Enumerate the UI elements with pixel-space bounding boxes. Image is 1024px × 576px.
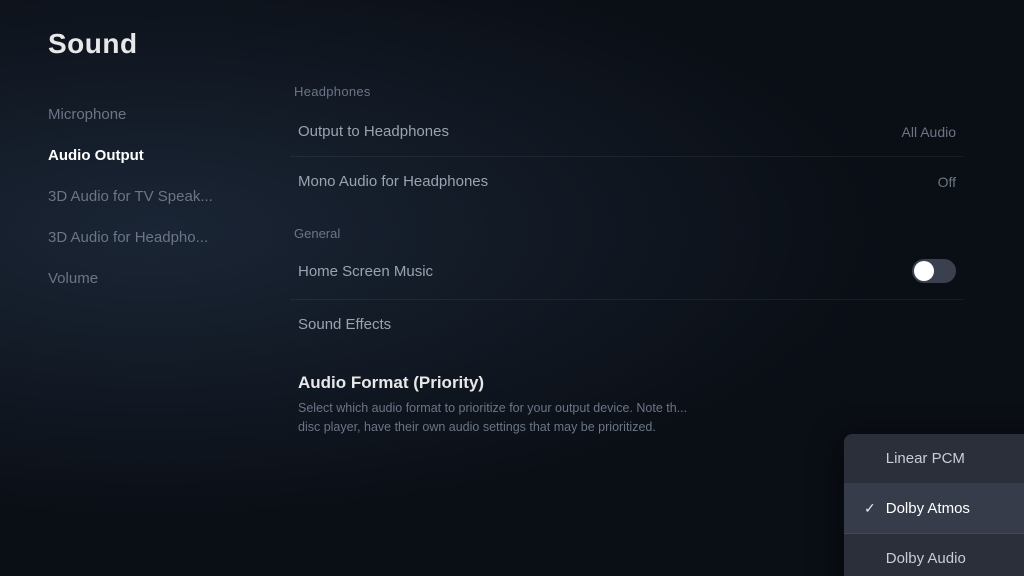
home-screen-music-toggle[interactable] <box>912 259 956 283</box>
dropdown-item-dolby-atmos[interactable]: ✓ Dolby Atmos <box>844 484 1024 534</box>
page-container: Sound Microphone Audio Output 3D Audio f… <box>0 0 1024 576</box>
audio-format-description: Select which audio format to prioritize … <box>298 399 698 437</box>
audio-format-dropdown: ✓ Linear PCM ✓ Dolby Atmos ✓ Dolby Audio… <box>844 434 1024 576</box>
mono-audio-value: Off <box>938 174 956 190</box>
general-section-label: General <box>290 226 964 241</box>
main-content: Headphones Output to Headphones All Audi… <box>270 84 1024 576</box>
mono-audio-row: Mono Audio for Headphones Off <box>290 157 964 206</box>
dropdown-item-linear-pcm[interactable]: ✓ Linear PCM <box>844 434 1024 484</box>
sidebar-item-volume[interactable]: Volume <box>0 258 270 299</box>
audio-format-section: Audio Format (Priority) Select which aud… <box>290 365 964 445</box>
home-screen-music-row: Home Screen Music <box>290 243 964 300</box>
output-to-headphones-row: Output to Headphones All Audio <box>290 107 964 157</box>
sound-effects-row: Sound Effects <box>290 300 964 349</box>
sidebar-item-microphone[interactable]: Microphone <box>0 94 270 135</box>
headphones-group: Headphones Output to Headphones All Audi… <box>290 84 964 206</box>
dropdown-container: ✓ Linear PCM ✓ Dolby Atmos ✓ Dolby Audio… <box>844 434 1024 576</box>
sound-effects-label: Sound Effects <box>298 316 391 333</box>
check-icon-dolby-atmos: ✓ <box>864 500 876 517</box>
mono-audio-label: Mono Audio for Headphones <box>298 173 488 190</box>
sidebar: Microphone Audio Output 3D Audio for TV … <box>0 84 270 576</box>
page-title: Sound <box>0 28 1024 60</box>
general-group: General Home Screen Music Sound Effects <box>290 226 964 445</box>
sidebar-item-3d-audio-headphones[interactable]: 3D Audio for Headpho... <box>0 217 270 258</box>
home-screen-music-label: Home Screen Music <box>298 263 433 280</box>
content-area: Microphone Audio Output 3D Audio for TV … <box>0 84 1024 576</box>
dropdown-item-dolby-audio[interactable]: ✓ Dolby Audio <box>844 534 1024 576</box>
output-to-headphones-label: Output to Headphones <box>298 123 449 140</box>
general-rows: Home Screen Music Sound Effects <box>290 243 964 349</box>
sidebar-item-audio-output[interactable]: Audio Output <box>0 135 270 176</box>
audio-format-title: Audio Format (Priority) <box>298 373 956 393</box>
sidebar-item-3d-audio-tv[interactable]: 3D Audio for TV Speak... <box>0 176 270 217</box>
output-to-headphones-value: All Audio <box>902 124 956 140</box>
toggle-knob <box>914 261 934 281</box>
headphones-section-label: Headphones <box>290 84 964 99</box>
